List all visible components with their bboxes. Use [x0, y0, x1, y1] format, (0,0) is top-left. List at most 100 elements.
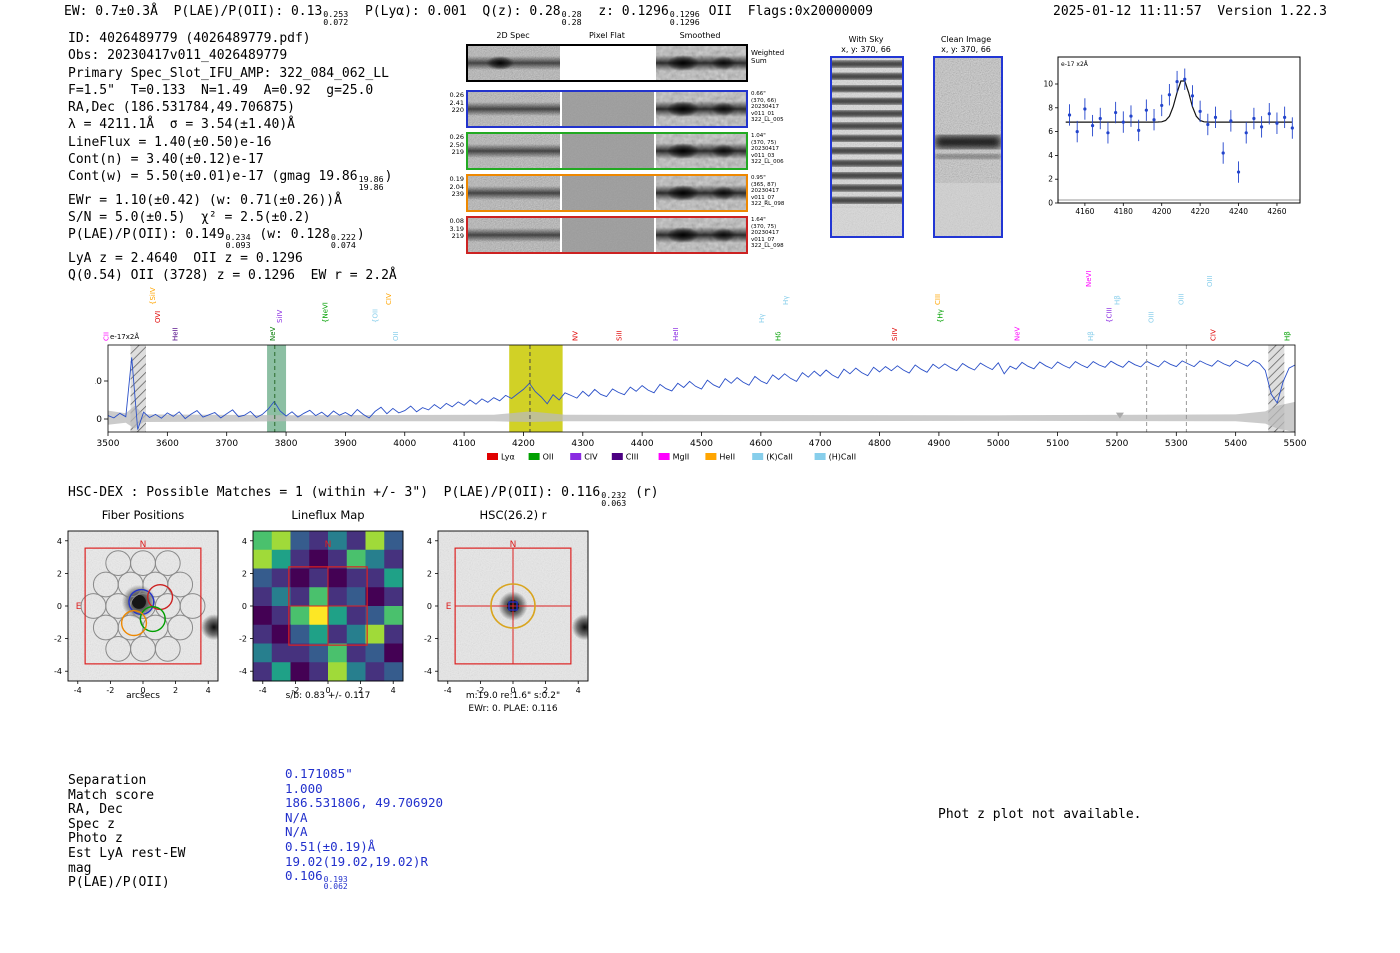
fraction-stack: 0.1296 0.1296 [669, 8, 700, 27]
withsky-title: With Sky x, y: 370, 66 [841, 35, 891, 54]
svg-text:4260: 4260 [1267, 207, 1286, 216]
withsky-panel [830, 56, 904, 238]
text-segment: F=1.5" T=0.133 N=1.49 A=0.92 g=25.0 [68, 82, 374, 98]
info-line: F=1.5" T=0.133 N=1.49 A=0.92 g=25.0 [68, 82, 397, 99]
text-segment: EWr = 1.10(±0.42) (w: 0.71(±0.26))Å [68, 192, 342, 208]
emission-line-label: Hβ [1113, 295, 1121, 305]
emission-line-label: NeVI [1085, 271, 1093, 287]
svg-text:10: 10 [95, 377, 102, 387]
svg-text:5400: 5400 [1224, 439, 1247, 449]
spec2d-row-note: 1.64" (370, 75) 20230417 v011_07 322_LL_098 [751, 217, 784, 250]
info-line: EWr = 1.10(±0.42) (w: 0.71(±0.26))Å [68, 192, 397, 209]
emission-line-label: SiIV [276, 310, 284, 323]
match-table-label: mag [68, 860, 92, 876]
clean-image-title: Clean Image x, y: 370, 66 [940, 35, 992, 54]
svg-text:5200: 5200 [1105, 439, 1128, 449]
emission-line-label: OIII [1148, 311, 1156, 323]
spec2d-strip [468, 176, 560, 210]
text-segment: S/N = 5.0(±0.5) χ² = 2.5(±0.2) [68, 210, 311, 226]
spec2d-strip [468, 218, 560, 252]
emission-line-label: {CIII [1106, 307, 1114, 323]
text-segment: ) [356, 227, 365, 243]
legend-swatch [705, 453, 717, 460]
spec2d-strip-row [466, 132, 748, 170]
match-table-value: 0.106 0.193 0.062 [285, 868, 349, 891]
emission-line-label: NeV [269, 326, 277, 341]
svg-text:0: 0 [57, 602, 62, 611]
legend-label: (K)CaII [766, 453, 793, 462]
match-table-label: RA, Dec [68, 802, 123, 818]
text-segment: ID: 4026489779 (4026489779.pdf) [68, 31, 311, 46]
zoom-spectrum-chart: 4160 4180 4200 4220 4240 4260 0 2 4 6 8 10 e-17 x2Å [1043, 56, 1301, 216]
spec2d-row-note: 1.04" (370, 75) 20230417 v011_03 322_LL_006 [751, 133, 784, 166]
text-segment: ) [384, 169, 393, 185]
svg-text:-2: -2 [54, 635, 62, 644]
spec2d-strip [562, 134, 654, 168]
spec2d-strip-row [466, 44, 748, 82]
svg-text:0: 0 [427, 602, 432, 611]
text-segment: LineFlux = 1.40(±0.50)e-16 [68, 134, 272, 150]
svg-text:0: 0 [242, 602, 247, 611]
match-table-value: 0.51(±0.19)Å [285, 839, 375, 854]
svg-text:4600: 4600 [749, 439, 772, 449]
spec2d-strip [656, 46, 746, 80]
info-line: Obs: 20230417v011_4026489779 [68, 47, 397, 64]
text-segment: N/A [285, 824, 308, 840]
info-line: Cont(w) = 5.50(±0.01)e-17 (gmag 19.86 19.… [68, 168, 397, 191]
east-label: E [446, 602, 452, 612]
spec2d-row-note: 0.95" (365, 87) 20230417 v011_07 322_RL_098 [751, 175, 785, 208]
svg-text:4800: 4800 [868, 439, 891, 449]
svg-text:4700: 4700 [809, 439, 832, 449]
text-segment: 0.171085" [285, 766, 353, 781]
spec2d-strip [656, 176, 746, 210]
fiber-positions-panel: N E -4 -4 -2 -2 0 0 2 2 4 4 [54, 530, 219, 695]
svg-text:4: 4 [242, 537, 247, 546]
svg-text:e-17x2Å: e-17x2Å [110, 332, 139, 341]
svg-text:4: 4 [206, 686, 211, 695]
text-segment: 1.000 [285, 780, 323, 796]
svg-text:0: 0 [510, 686, 515, 695]
emission-line-label: {SiIV [149, 287, 157, 305]
spec2d-strip [468, 134, 560, 168]
svg-text:8: 8 [1048, 103, 1053, 112]
emission-line-label: Hγ [758, 314, 766, 323]
match-table-value: 1.000 [285, 781, 323, 796]
fiber-positions-title: Fiber Positions [101, 508, 185, 522]
svg-text:5500: 5500 [1284, 439, 1307, 449]
info-line: Primary Spec_Slot_IFU_AMP: 322_084_062_L… [68, 65, 397, 82]
north-label: N [325, 540, 332, 550]
svg-text:4220: 4220 [1191, 207, 1210, 216]
spec2d-strip-row [466, 90, 748, 128]
svg-text:-2: -2 [239, 635, 247, 644]
svg-text:0: 0 [140, 686, 145, 695]
svg-text:4100: 4100 [453, 439, 476, 449]
info-line: S/N = 5.0(±0.5) χ² = 2.5(±0.2) [68, 209, 397, 226]
match-table-value: N/A [285, 810, 308, 825]
emission-line-label: {Hγ [937, 309, 945, 323]
svg-text:-2: -2 [424, 635, 432, 644]
emission-line-label: HeII [672, 327, 680, 341]
legend-label: (H)CaII [829, 453, 856, 462]
match-table-value: N/A [285, 824, 308, 839]
fraction-stack: 0.232 0.063 [601, 489, 627, 508]
spec2d-col-title: Smoothed [679, 31, 721, 40]
svg-text:4160: 4160 [1075, 207, 1094, 216]
emission-line-label: SiIV [891, 328, 899, 341]
legend-label: OII [543, 453, 554, 462]
svg-text:4: 4 [576, 686, 581, 695]
hsc-cutout-panel: N E -4 -4 -2 -2 0 0 2 2 4 4 [424, 530, 589, 695]
info-line: LineFlux = 1.40(±0.50)e-16 [68, 134, 397, 151]
svg-text:5300: 5300 [1165, 439, 1188, 449]
spec2d-strip [656, 134, 746, 168]
svg-text:4: 4 [427, 537, 432, 546]
info-line: Cont(n) = 3.40(±0.12)e-17 [68, 151, 397, 168]
emission-line-label: CIII [934, 294, 942, 305]
text-segment: Cont(n) = 3.40(±0.12)e-17 [68, 152, 264, 168]
spec2d-strip [468, 46, 560, 80]
svg-text:2: 2 [242, 569, 247, 578]
svg-text:4500: 4500 [690, 439, 713, 449]
match-table-label: P(LAE)/P(OII) [68, 875, 170, 891]
clean-image [935, 58, 1001, 236]
legend-swatch [487, 453, 498, 460]
fraction-stack: 19.86 19.86 [358, 174, 384, 192]
